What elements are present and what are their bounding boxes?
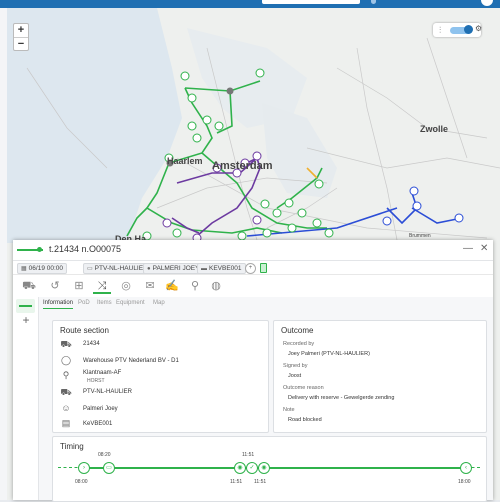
haulier-icon: ⛟ (60, 387, 72, 397)
route-dot-icon (37, 247, 42, 252)
top-bar (0, 0, 500, 8)
location-pin-icon: ⚲ (62, 370, 70, 380)
vehicle-id: KeVBE001 (83, 421, 113, 427)
chat-icon[interactable]: ◎ (117, 278, 135, 294)
detail-tabs: Information PoD Items Equipment Map (39, 297, 493, 312)
battery-icon (260, 263, 267, 273)
signed-by-value: Joost (288, 373, 302, 379)
timeline-label: 11:51 (242, 452, 255, 458)
filter-icon[interactable]: ⫶ (439, 25, 441, 36)
timeline-label: 11:51 (254, 479, 267, 485)
signature-icon[interactable]: ✍ (163, 278, 181, 294)
timeline-label: 08:00 (75, 479, 88, 485)
timing-card: Timing › ▭ ◉ ✓ ◉ ‹ 08:20 11:51 08:00 11:… (52, 436, 487, 502)
timeline-stop-node[interactable]: ✓ (246, 462, 258, 474)
vehicle-chip: ▬ KEVBE001 (197, 263, 246, 274)
driver-name: Palmeri Joey (83, 406, 118, 412)
customer-city: HORST (87, 378, 105, 384)
depot-name: Warehouse PTV Nederland BV - D1 (83, 358, 179, 364)
search-input[interactable] (262, 0, 360, 4)
outcome-card: Outcome Recorded by Joey Palmeri (PTV-NL… (273, 320, 487, 433)
close-button[interactable]: ✕ (480, 243, 488, 254)
vehicle-icon: ▤ (61, 418, 71, 428)
haulier-name: PTV-NL-HAULIER (83, 389, 133, 395)
city-label: Amsterdam (212, 160, 273, 172)
timeline-track (86, 467, 466, 469)
timing-heading: Timing (60, 442, 84, 451)
timeline-depot-node[interactable]: ▭ (103, 462, 115, 474)
map-tools[interactable]: ⫶ ⚙ (433, 23, 482, 37)
route-icon[interactable]: ⤨ (93, 278, 111, 294)
calendar-icon: ▦ (21, 266, 27, 272)
recorded-by-label: Recorded by (283, 341, 315, 347)
globe-icon[interactable]: ◍ (207, 278, 225, 294)
depot-icon: ◯ (60, 355, 72, 365)
driver-icon: ☺ (61, 403, 71, 413)
tab-information[interactable]: Information (43, 300, 74, 309)
toggle-knob (464, 25, 473, 34)
mail-icon[interactable]: ✉ (141, 278, 159, 294)
tab-equipment[interactable]: Equipment (116, 300, 145, 306)
customer-name: Klantnaam-AF (83, 370, 122, 376)
location-pin-icon[interactable]: ⚲ (186, 278, 204, 294)
action-toolbar: ⛟ ↺ ⊞ ⤨ ◎ ✉ ✍ ⚲ ◍ (13, 275, 493, 298)
tour-sidebar: + (13, 297, 39, 500)
timeline-label: 08:20 (98, 452, 111, 458)
city-label: Zwolle (420, 124, 449, 134)
haulier-chip: ▭ PTV-NL-HAULIER (83, 263, 152, 274)
datetime-chip: ▦ 06/19 00:00 (17, 263, 68, 274)
outcome-reason-value: Delivery with reserve - Gewelgerde zendi… (288, 395, 395, 401)
history-icon[interactable]: ↺ (46, 278, 64, 294)
grid-icon[interactable]: ⊞ (70, 278, 88, 294)
truck-icon[interactable]: ⛟ (20, 278, 38, 294)
city-label: Haarlem (167, 156, 203, 166)
route-line-icon (19, 305, 32, 307)
city-label: Brummen (409, 233, 431, 239)
panel-title: t.21434 n.O00075 (49, 244, 122, 254)
route-tab[interactable] (16, 299, 35, 313)
zoom-in-button[interactable]: + (14, 24, 28, 38)
vehicle-icon: ▬ (201, 266, 207, 272)
timeline-end-node[interactable]: ‹ (460, 462, 472, 474)
timeline-label: 18:00 (458, 479, 471, 485)
timeline-start-node[interactable]: › (78, 462, 90, 474)
add-route-button[interactable]: + (17, 313, 35, 327)
avatar[interactable] (481, 0, 493, 6)
note-label: Note (283, 407, 295, 413)
chip-row: ▦ 06/19 00:00 ▭ PTV-NL-HAULIER ● PALMERI JO… (13, 261, 493, 275)
tour-detail-panel: t.21434 n.O00075 — ✕ ▦ 06/19 00:00 ▭ PTV-N… (13, 240, 493, 502)
tab-map[interactable]: Map (153, 300, 165, 306)
route-section-heading: Route section (60, 326, 109, 335)
driver-chip-label: PALMERI JOEY (152, 265, 200, 272)
outcome-reason-label: Outcome reason (283, 385, 324, 391)
route-section-card: Route section ⛟ 21434 ◯ Warehouse PTV Ne… (52, 320, 269, 433)
timeline-label: 11:51 (230, 479, 243, 485)
minimize-button[interactable]: — (463, 243, 473, 254)
add-icon[interactable]: + (245, 263, 256, 274)
truck-icon: ⛟ (60, 339, 72, 349)
vehicle-chip-label: KEVBE001 (209, 265, 242, 272)
zoom-control: + − (13, 23, 29, 51)
timeline-stop-node[interactable]: ◉ (258, 462, 270, 474)
haulier-chip-label: PTV-NL-HAULIER (94, 265, 148, 272)
signed-by-label: Signed by (283, 363, 308, 369)
tab-pod[interactable]: PoD (78, 300, 90, 306)
route-id: 21434 (83, 341, 100, 347)
person-icon: ● (147, 266, 151, 272)
panel-header: t.21434 n.O00075 — ✕ (13, 240, 493, 261)
truck-icon: ▭ (87, 266, 93, 272)
notification-icon[interactable] (371, 0, 376, 4)
outcome-heading: Outcome (281, 326, 314, 335)
datetime-chip-label: 06/19 00:00 (28, 265, 64, 272)
recorded-by-value: Joey Palmeri (PTV-NL-HAULIER) (288, 351, 370, 357)
zoom-out-button[interactable]: − (14, 38, 28, 51)
tab-items[interactable]: Items (97, 300, 112, 306)
driver-chip: ● PALMERI JOEY (143, 263, 204, 274)
note-value: Road blocked (288, 417, 322, 423)
timeline-stop-node[interactable]: ◉ (234, 462, 246, 474)
gear-icon[interactable]: ⚙ (475, 24, 482, 33)
